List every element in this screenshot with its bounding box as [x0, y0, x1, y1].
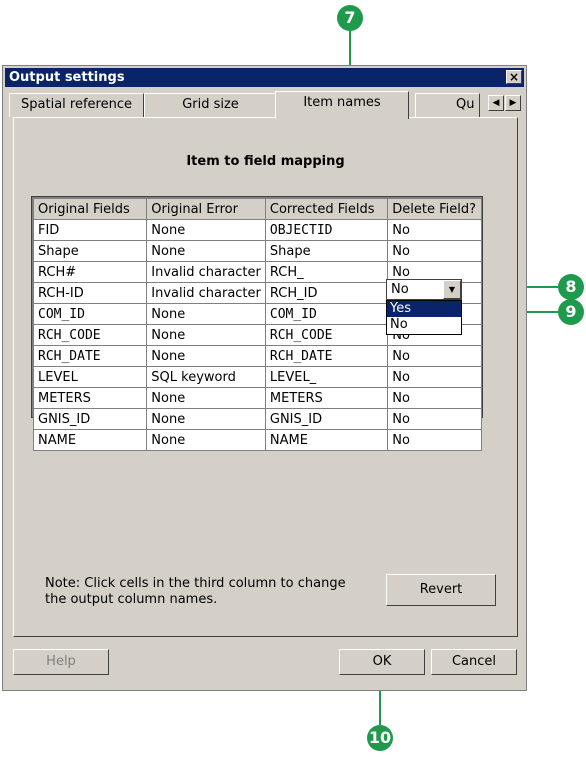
- cell-delete-field[interactable]: No: [387, 408, 482, 430]
- cell-corrected-field[interactable]: RCH_ID: [264, 282, 389, 304]
- column-header: Original Fields: [32, 198, 148, 220]
- cell-original-field: NAME: [32, 429, 148, 451]
- cell-original-field: COM_ID: [32, 303, 148, 325]
- dropdown-list: Yes No: [386, 300, 462, 335]
- column-header: Corrected Fields: [264, 198, 389, 220]
- revert-button[interactable]: Revert: [386, 574, 496, 606]
- section-heading: Item to field mapping: [186, 154, 345, 169]
- cell-original-field: RCH_DATE: [32, 345, 148, 367]
- cell-original-field: RCH#: [32, 261, 148, 283]
- dropdown-value: No: [391, 282, 409, 297]
- cell-corrected-field[interactable]: RCH_CODE: [264, 324, 389, 346]
- dropdown-option-yes[interactable]: Yes: [387, 301, 461, 317]
- cell-delete-field[interactable]: No: [387, 345, 482, 367]
- callout-7: 7: [337, 5, 363, 31]
- cell-original-field: LEVEL: [32, 366, 148, 388]
- cell-corrected-field[interactable]: GNIS_ID: [264, 408, 389, 430]
- cell-delete-field[interactable]: No: [387, 219, 482, 241]
- tab-label: Spatial reference: [21, 97, 132, 112]
- cell-corrected-field[interactable]: COM_ID: [264, 303, 389, 325]
- cell-delete-field[interactable]: No: [387, 429, 482, 451]
- column-header: Delete Field?: [387, 198, 482, 220]
- cell-corrected-field[interactable]: Shape: [264, 240, 389, 262]
- tab-grid-size[interactable]: Grid size: [144, 93, 277, 117]
- tab-label: Item names: [303, 95, 381, 110]
- cell-original-error: None: [146, 408, 266, 430]
- tab-spatial-reference[interactable]: Spatial reference: [9, 93, 144, 117]
- chevron-down-icon[interactable]: ▼: [443, 280, 461, 299]
- table-header-row: Original Fields Original Error Corrected…: [32, 198, 482, 220]
- table-row: RCH_DATE None RCH_DATE No: [32, 345, 482, 367]
- cancel-button[interactable]: Cancel: [431, 649, 517, 675]
- callout-10: 10: [367, 725, 393, 751]
- cell-delete-field[interactable]: No: [387, 366, 482, 388]
- cell-original-error: None: [146, 303, 266, 325]
- help-button[interactable]: Help: [13, 649, 109, 675]
- cell-corrected-field[interactable]: NAME: [264, 429, 389, 451]
- delete-field-dropdown[interactable]: No ▼: [386, 279, 462, 300]
- table-row: NAME None NAME No: [32, 429, 482, 451]
- cell-original-error: SQL keyword: [146, 366, 266, 388]
- tab-qu[interactable]: Qu: [415, 93, 480, 117]
- cell-original-error: None: [146, 387, 266, 409]
- tab-label: Qu: [456, 97, 475, 112]
- dialog-title: Output settings: [9, 70, 125, 85]
- note-text: Note: Click cells in the third column to…: [45, 576, 346, 607]
- cell-corrected-field[interactable]: RCH_DATE: [264, 345, 389, 367]
- cell-original-error: None: [146, 324, 266, 346]
- close-icon[interactable]: ×: [506, 70, 522, 84]
- table-row: LEVEL SQL keyword LEVEL_ No: [32, 366, 482, 388]
- tab-scroll-left-icon[interactable]: ◀: [488, 95, 504, 111]
- cell-original-field: FID: [32, 219, 148, 241]
- tab-scroll-right-icon[interactable]: ▶: [505, 95, 521, 111]
- cell-original-field: GNIS_ID: [32, 408, 148, 430]
- cell-original-error: None: [146, 219, 266, 241]
- cell-corrected-field[interactable]: RCH_: [264, 261, 389, 283]
- output-settings-dialog: Output settings × Spatial reference Grid…: [2, 65, 527, 691]
- cell-original-error: None: [146, 345, 266, 367]
- cell-delete-field[interactable]: No: [387, 387, 482, 409]
- tab-label: Grid size: [182, 97, 239, 112]
- cell-original-field: METERS: [32, 387, 148, 409]
- cell-original-field: Shape: [32, 240, 148, 262]
- cell-corrected-field[interactable]: LEVEL_: [264, 366, 389, 388]
- table-row: FID None OBJECTID No: [32, 219, 482, 241]
- cell-original-error: None: [146, 429, 266, 451]
- cell-original-field: RCH-ID: [32, 282, 148, 304]
- cell-delete-field[interactable]: No: [387, 240, 482, 262]
- cell-original-error: Invalid character: [146, 282, 266, 304]
- cell-corrected-field[interactable]: OBJECTID: [264, 219, 389, 241]
- title-bar: Output settings ×: [5, 68, 524, 87]
- column-header: Original Error: [146, 198, 266, 220]
- cell-original-error: Invalid character: [146, 261, 266, 283]
- dropdown-option-no[interactable]: No: [387, 317, 461, 333]
- callout-8: 8: [558, 274, 584, 300]
- cell-original-field: RCH_CODE: [32, 324, 148, 346]
- table-row: METERS None METERS No: [32, 387, 482, 409]
- cell-corrected-field[interactable]: METERS: [264, 387, 389, 409]
- cell-original-error: None: [146, 240, 266, 262]
- table-row: GNIS_ID None GNIS_ID No: [32, 408, 482, 430]
- table-row: Shape None Shape No: [32, 240, 482, 262]
- callout-9: 9: [558, 299, 584, 325]
- ok-button[interactable]: OK: [339, 649, 425, 675]
- tab-item-names[interactable]: Item names: [275, 91, 409, 119]
